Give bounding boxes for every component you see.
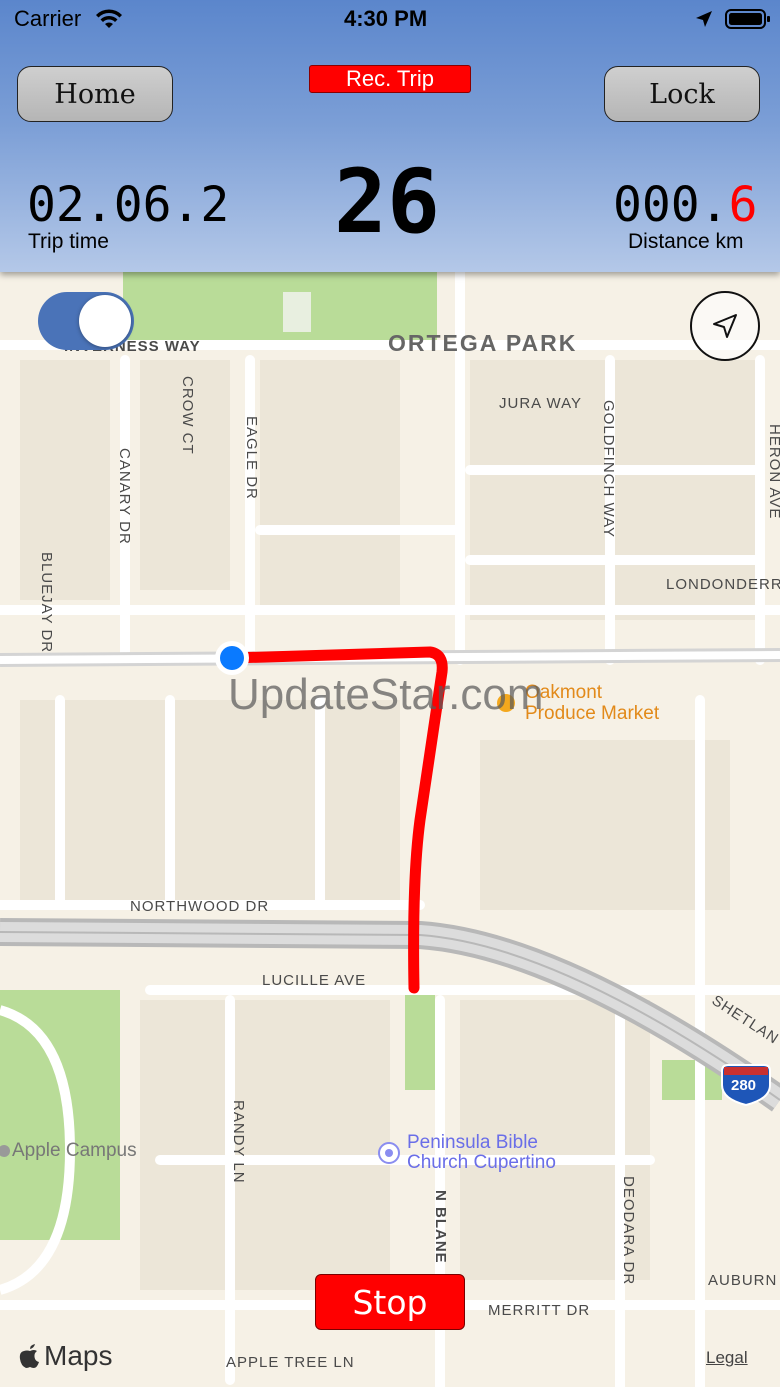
stop-button[interactable]: Stop <box>315 1274 465 1330</box>
poi-church-line2[interactable]: Church Cupertino <box>407 1152 556 1174</box>
battery-icon <box>725 9 770 29</box>
park-label: ORTEGA PARK <box>388 330 578 356</box>
recording-badge: Rec. Trip <box>309 65 471 93</box>
apple-icon <box>19 1344 39 1368</box>
street-label-eagle: EAGLE DR <box>243 416 260 500</box>
street-label-northwood: NORTHWOOD DR <box>130 898 270 915</box>
toggle-knob <box>79 295 131 347</box>
street-label-heron: HERON AVE <box>766 424 780 520</box>
distance-readout: 000.6 <box>613 177 758 233</box>
trip-time-label: Trip time <box>28 230 109 253</box>
home-button[interactable]: Home <box>17 66 173 122</box>
highway-number: 280 <box>731 1077 757 1094</box>
street-label-blaney: N BLANE <box>432 1190 449 1264</box>
legal-link[interactable]: Legal <box>706 1348 748 1368</box>
map-canvas <box>0 272 780 1387</box>
watermark: UpdateStar.com <box>228 670 544 719</box>
street-label-auburn: AUBURN <box>708 1272 778 1289</box>
map-view[interactable]: INVERNESS WAY ORTEGA PARK CROW CT EAGLE … <box>0 272 780 1387</box>
location-arrow-icon <box>696 11 712 27</box>
clock: 4:30 PM <box>344 6 428 31</box>
tracking-toggle[interactable] <box>38 292 134 350</box>
distance-label: Distance km <box>628 230 744 253</box>
speed-readout: 26 <box>334 150 440 253</box>
street-label-jura: JURA WAY <box>499 395 583 412</box>
street-label-apple-tree: APPLE TREE LN <box>226 1354 355 1371</box>
maps-attribution: Maps <box>18 1340 112 1372</box>
trip-header: Carrier 4:30 PM Home Rec. Trip Lock 02.0… <box>0 0 780 272</box>
navigate-button[interactable] <box>690 291 760 361</box>
street-label-lucille: LUCILLE AVE <box>262 972 367 989</box>
distance-integer: 000. <box>613 177 729 233</box>
maps-label: Maps <box>44 1340 113 1371</box>
poi-oakmont-line2[interactable]: Produce Market <box>525 703 659 725</box>
current-location-dot <box>220 646 244 670</box>
street-label-merritt: MERRITT DR <box>488 1302 591 1319</box>
street-label-deodara: DEODARA DR <box>620 1176 637 1286</box>
street-label-canary: CANARY DR <box>116 448 133 545</box>
street-label-bluejay: BLUEJAY DR <box>38 552 55 654</box>
trip-time-readout: 02.06.2 <box>27 177 230 233</box>
lock-button[interactable]: Lock <box>604 66 760 122</box>
navigate-icon <box>713 314 737 338</box>
wifi-icon <box>96 9 122 28</box>
poi-apple-campus[interactable]: Apple Campus <box>12 1140 137 1162</box>
street-label-goldfinch: GOLDFINCH WAY <box>600 400 617 539</box>
distance-decimal: 6 <box>728 177 758 233</box>
poi-church-line1[interactable]: Peninsula Bible <box>407 1132 538 1154</box>
street-label-randy: RANDY LN <box>230 1100 247 1184</box>
carrier-label: Carrier <box>14 6 82 31</box>
street-label-londonderry: LONDONDERRY <box>666 576 780 593</box>
street-label-crow: CROW CT <box>179 376 196 455</box>
